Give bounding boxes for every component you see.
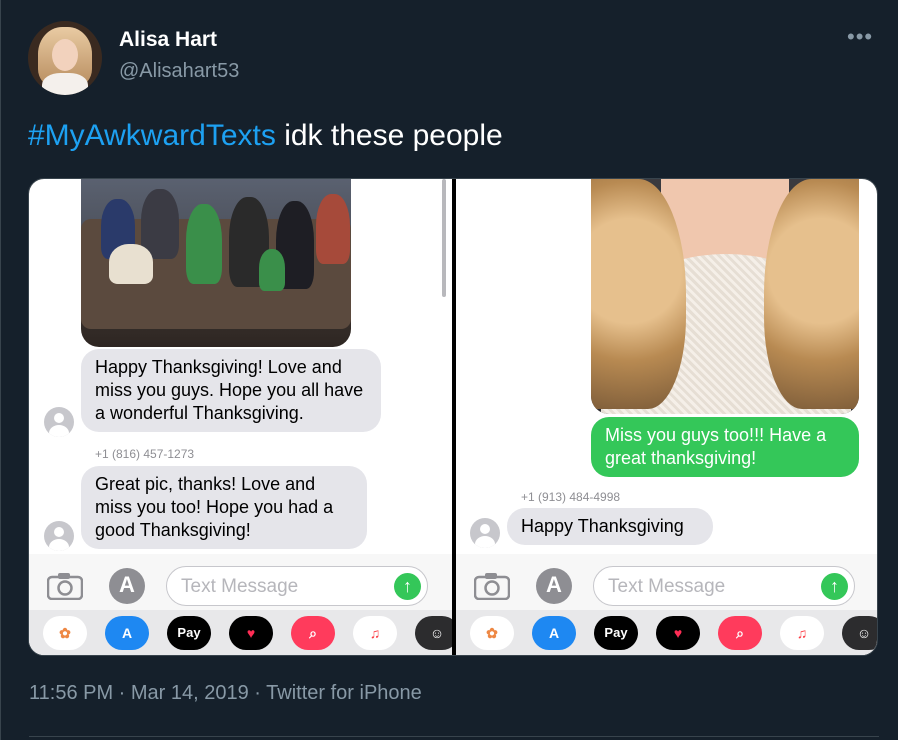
send-arrow-icon[interactable]: ↑: [394, 573, 421, 600]
app-store-icon[interactable]: A: [536, 568, 572, 604]
message-bubble-2: Great pic, thanks! Love and miss you too…: [81, 466, 367, 549]
game-app-icon[interactable]: ☺: [842, 616, 877, 650]
divider: [29, 736, 879, 737]
message-bubble-received: Happy Thanksgiving: [507, 508, 713, 545]
contact-avatar-icon: [44, 407, 74, 437]
images-search-icon[interactable]: ⌕: [718, 616, 762, 650]
tweet-body-text: idk these people: [275, 119, 503, 152]
apple-pay-label: Pay: [177, 625, 201, 640]
media-grid[interactable]: Happy Thanksgiving! Love and miss you gu…: [28, 178, 878, 656]
screenshot-right[interactable]: Miss you guys too!!! Have a great thanks…: [456, 179, 877, 655]
message-input-placeholder: Text Message: [181, 576, 299, 597]
contact-avatar-icon: [470, 518, 500, 548]
app-drawer: ✿ A Pay ♥ ⌕ ♫ ☺: [456, 610, 877, 655]
apple-pay-icon[interactable]: Pay: [167, 616, 211, 650]
apple-pay-icon[interactable]: Pay: [594, 616, 638, 650]
message-composer: A Text Message ↑ ✿ A Pay ♥ ⌕ ♫ ☺: [29, 554, 452, 655]
camera-icon[interactable]: [47, 572, 83, 600]
photos-app-icon[interactable]: ✿: [43, 616, 87, 650]
tweet: Alisa Hart @Alisahart53 ••• #MyAwkwardTe…: [0, 0, 898, 740]
message-input[interactable]: Text Message ↑: [593, 566, 855, 606]
tweet-timestamp[interactable]: 11:56 PM · Mar 14, 2019 · Twitter for iP…: [29, 682, 422, 705]
screenshot-left[interactable]: Happy Thanksgiving! Love and miss you gu…: [29, 179, 452, 655]
sender-number: +1 (816) 457-1273: [95, 447, 195, 461]
family-photo: [81, 179, 351, 347]
message-bubble-1: Happy Thanksgiving! Love and miss you gu…: [81, 349, 381, 432]
digital-touch-icon[interactable]: ♥: [229, 616, 273, 650]
message-bubble-sent: Miss you guys too!!! Have a great thanks…: [591, 417, 859, 477]
app-store-app-icon[interactable]: A: [532, 616, 576, 650]
message-input-placeholder: Text Message: [608, 576, 726, 597]
user-handle[interactable]: @Alisahart53: [119, 60, 239, 83]
tweet-text: #MyAwkwardTexts idk these people: [28, 119, 503, 153]
app-store-app-icon[interactable]: A: [105, 616, 149, 650]
hashtag-link[interactable]: #MyAwkwardTexts: [28, 119, 276, 152]
avatar[interactable]: [28, 21, 102, 95]
apple-pay-label: Pay: [604, 625, 628, 640]
message-input[interactable]: Text Message ↑: [166, 566, 428, 606]
contact-avatar-icon: [44, 521, 74, 551]
display-name[interactable]: Alisa Hart: [119, 28, 217, 52]
send-arrow-icon[interactable]: ↑: [821, 573, 848, 600]
selfie-photo: [591, 179, 859, 414]
more-options-icon[interactable]: •••: [847, 26, 877, 50]
camera-icon[interactable]: [474, 572, 510, 600]
app-drawer: ✿ A Pay ♥ ⌕ ♫ ☺: [29, 610, 452, 655]
digital-touch-icon[interactable]: ♥: [656, 616, 700, 650]
scrollbar[interactable]: [442, 179, 446, 297]
music-app-icon[interactable]: ♫: [353, 616, 397, 650]
game-app-icon[interactable]: ☺: [415, 616, 452, 650]
message-composer: A Text Message ↑ ✿ A Pay ♥ ⌕ ♫ ☺: [456, 554, 877, 655]
photos-app-icon[interactable]: ✿: [470, 616, 514, 650]
sender-number: +1 (913) 484-4998: [521, 490, 621, 504]
images-search-icon[interactable]: ⌕: [291, 616, 335, 650]
music-app-icon[interactable]: ♫: [780, 616, 824, 650]
app-store-icon[interactable]: A: [109, 568, 145, 604]
